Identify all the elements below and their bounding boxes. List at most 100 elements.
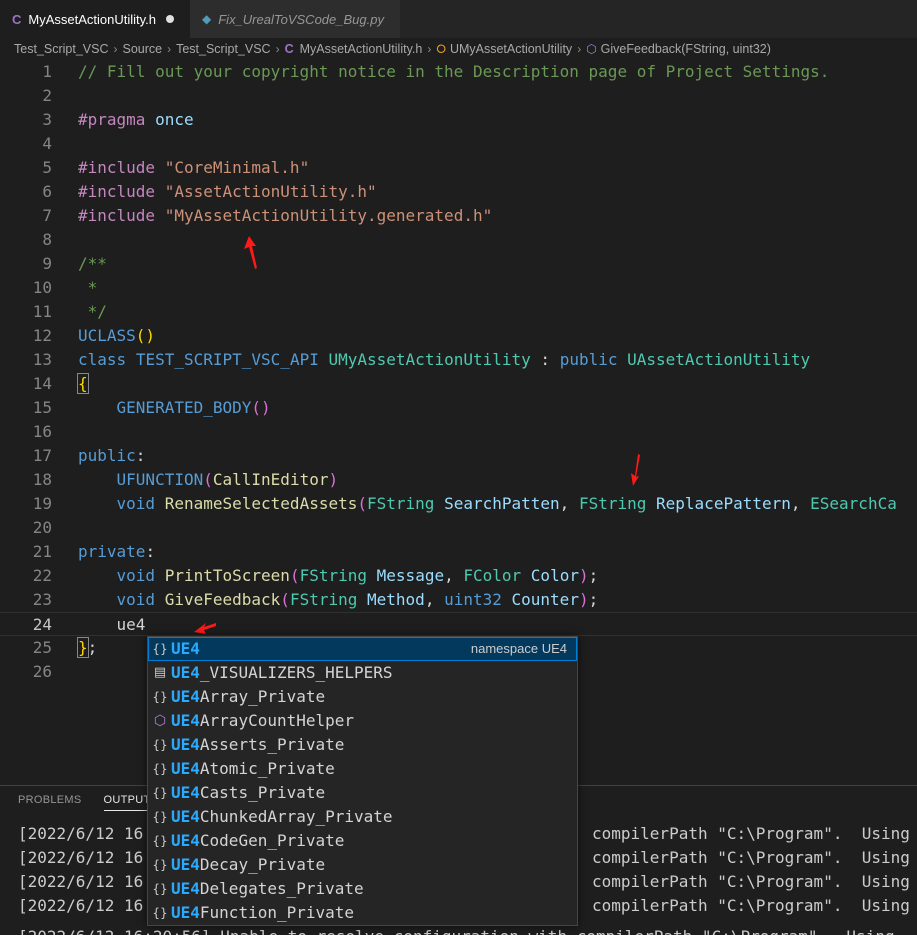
code-line[interactable]: 6 #include "AssetActionUtility.h" (0, 180, 917, 204)
suggestion-match: UE4 (171, 855, 200, 874)
code-line[interactable]: 19 void RenameSelectedAssets(FString Sea… (0, 492, 917, 516)
line-number: 15 (32, 398, 52, 417)
breadcrumb-item-source[interactable]: Source (122, 42, 162, 56)
code-line[interactable]: 13 class TEST_SCRIPT_VSC_API UMyAssetActi… (0, 348, 917, 372)
code-token: ) (578, 590, 589, 609)
suggestion-label: UE4CodeGen_Private (171, 829, 344, 853)
tab-fix-urealtovscode-bug[interactable]: ◆ Fix_UrealToVSCode_Bug.py (190, 0, 400, 38)
suggestion-item[interactable]: {} UE4Atomic_Private (148, 757, 577, 781)
unsaved-dot-icon[interactable] (166, 15, 175, 23)
code-text: private: (78, 540, 155, 564)
suggestion-item[interactable]: {} UE4Array_Private (148, 685, 577, 709)
code-line[interactable]: 17 public: (0, 444, 917, 468)
code-token: ( (280, 590, 290, 609)
line-number: 23 (32, 590, 52, 609)
suggestion-item[interactable]: {} UE4 namespace UE4 (148, 637, 577, 661)
suggestion-match: UE4 (171, 759, 200, 778)
chevron-right-icon: › (427, 42, 432, 56)
suggestion-rest: CodeGen_Private (199, 831, 345, 850)
code-token: once (155, 110, 194, 129)
suggestion-item[interactable]: ▤ UE4_VISUALIZERS_HELPERS (148, 661, 577, 685)
code-token: UCLASS (78, 326, 136, 345)
code-line[interactable]: 4 (0, 132, 917, 156)
suggestion-match: UE4 (171, 879, 200, 898)
tab-problems[interactable]: PROBLEMS (18, 794, 82, 811)
code-line[interactable]: 15 GENERATED_BODY() (0, 396, 917, 420)
code-token: { (77, 373, 89, 394)
breadcrumb-item-file[interactable]: C MyAssetActionUtility.h (285, 42, 423, 56)
breadcrumb-item-class[interactable]: ⭘ UMyAssetActionUtility (436, 42, 572, 57)
code-line[interactable]: 14 { (0, 372, 917, 396)
line-number: 1 (42, 62, 52, 81)
code-token: : (135, 446, 146, 465)
code-token: , (559, 494, 579, 513)
suggestion-item[interactable]: {} UE4Asserts_Private (148, 733, 577, 757)
namespace-icon: {} (152, 690, 168, 704)
code-line[interactable]: 5 #include "CoreMinimal.h" (0, 156, 917, 180)
code-token: ( (357, 494, 367, 513)
code-line[interactable]: 12 UCLASS() (0, 324, 917, 348)
code-text: UFUNCTION(CallInEditor) (78, 468, 339, 492)
code-token: , (790, 494, 811, 513)
code-token: UFUNCTION (116, 470, 204, 489)
suggestion-item[interactable]: {} UE4Decay_Private (148, 853, 577, 877)
code-token: "AssetActionUtility.h" (164, 182, 377, 201)
method-symbol-icon: ⬡ (586, 42, 597, 56)
code-line[interactable]: 8 (0, 228, 917, 252)
code-line[interactable]: 11 */ (0, 300, 917, 324)
suggestion-item[interactable]: ⬡ UE4ArrayCountHelper (148, 709, 577, 733)
code-token: void (116, 566, 156, 585)
breadcrumb-item-folder[interactable]: Test_Script_VSC (14, 42, 108, 56)
code-line[interactable]: 23 void GiveFeedback(FString Method, uin… (0, 588, 917, 612)
code-line[interactable]: 7 #include "MyAssetActionUtility.generate… (0, 204, 917, 228)
code-token: PrintToScreen (164, 566, 290, 585)
output-timestamp: [2022/6/12 16 (18, 824, 144, 843)
code-text: public: (78, 444, 145, 468)
namespace-icon: {} (152, 810, 168, 824)
suggestion-item[interactable]: {} UE4Delegates_Private (148, 877, 577, 901)
code-line[interactable]: 24 ue4 (0, 612, 917, 636)
code-line[interactable]: 16 (0, 420, 917, 444)
code-line[interactable]: 20 (0, 516, 917, 540)
code-line[interactable]: 3 #pragma once (0, 108, 917, 132)
code-text: /** (78, 252, 107, 276)
suggestion-rest: Casts_Private (199, 783, 326, 802)
code-text: UCLASS() (78, 324, 155, 348)
code-token: RenameSelectedAssets (164, 494, 358, 513)
line-number: 25 (32, 638, 52, 657)
code-line[interactable]: 18 UFUNCTION(CallInEditor) (0, 468, 917, 492)
code-line[interactable]: 2 (0, 84, 917, 108)
suggestion-match: UE4 (171, 735, 200, 754)
line-number: 9 (42, 254, 52, 273)
code-token: : (530, 350, 560, 369)
breadcrumb-item-method[interactable]: ⬡ GiveFeedback(FString, uint32) (586, 42, 771, 56)
breadcrumb-item-subfolder[interactable]: Test_Script_VSC (176, 42, 270, 56)
code-line[interactable]: 1 // Fill out your copyright notice in th… (0, 60, 917, 84)
code-token: FString (289, 590, 358, 609)
code-token: ( (289, 566, 300, 585)
code-text: void PrintToScreen(FString Message, FCol… (78, 564, 599, 588)
code-line[interactable]: 21 private: (0, 540, 917, 564)
code-line[interactable]: 10 * (0, 276, 917, 300)
suggestion-rest: Asserts_Private (199, 735, 345, 754)
tab-output[interactable]: OUTPUT (103, 794, 151, 811)
tab-myassetactionutility[interactable]: C MyAssetActionUtility.h (0, 0, 190, 38)
suggestion-item[interactable]: {} UE4CodeGen_Private (148, 829, 577, 853)
tab-bar: C MyAssetActionUtility.h ◆ Fix_UrealToVS… (0, 0, 917, 38)
output-message: compilerPath "C:\Program". Using (592, 872, 910, 891)
code-line[interactable]: 9 /** (0, 252, 917, 276)
code-line[interactable]: 22 void PrintToScreen(FString Message, F… (0, 564, 917, 588)
suggestion-item[interactable]: {} UE4Casts_Private (148, 781, 577, 805)
code-token: GiveFeedback (164, 590, 281, 609)
suggestion-match: UE4 (171, 639, 200, 658)
suggestion-rest: _VISUALIZERS_HELPERS (199, 663, 393, 682)
autocomplete-list[interactable]: {} UE4 namespace UE4 ▤ UE4_VISUALIZERS_HELPE… (147, 636, 578, 926)
suggestion-label: UE4_VISUALIZERS_HELPERS (171, 661, 393, 685)
suggestion-item[interactable]: {} UE4ChunkedArray_Private (148, 805, 577, 829)
suggestion-item[interactable]: {} UE4Function_Private (148, 901, 577, 925)
